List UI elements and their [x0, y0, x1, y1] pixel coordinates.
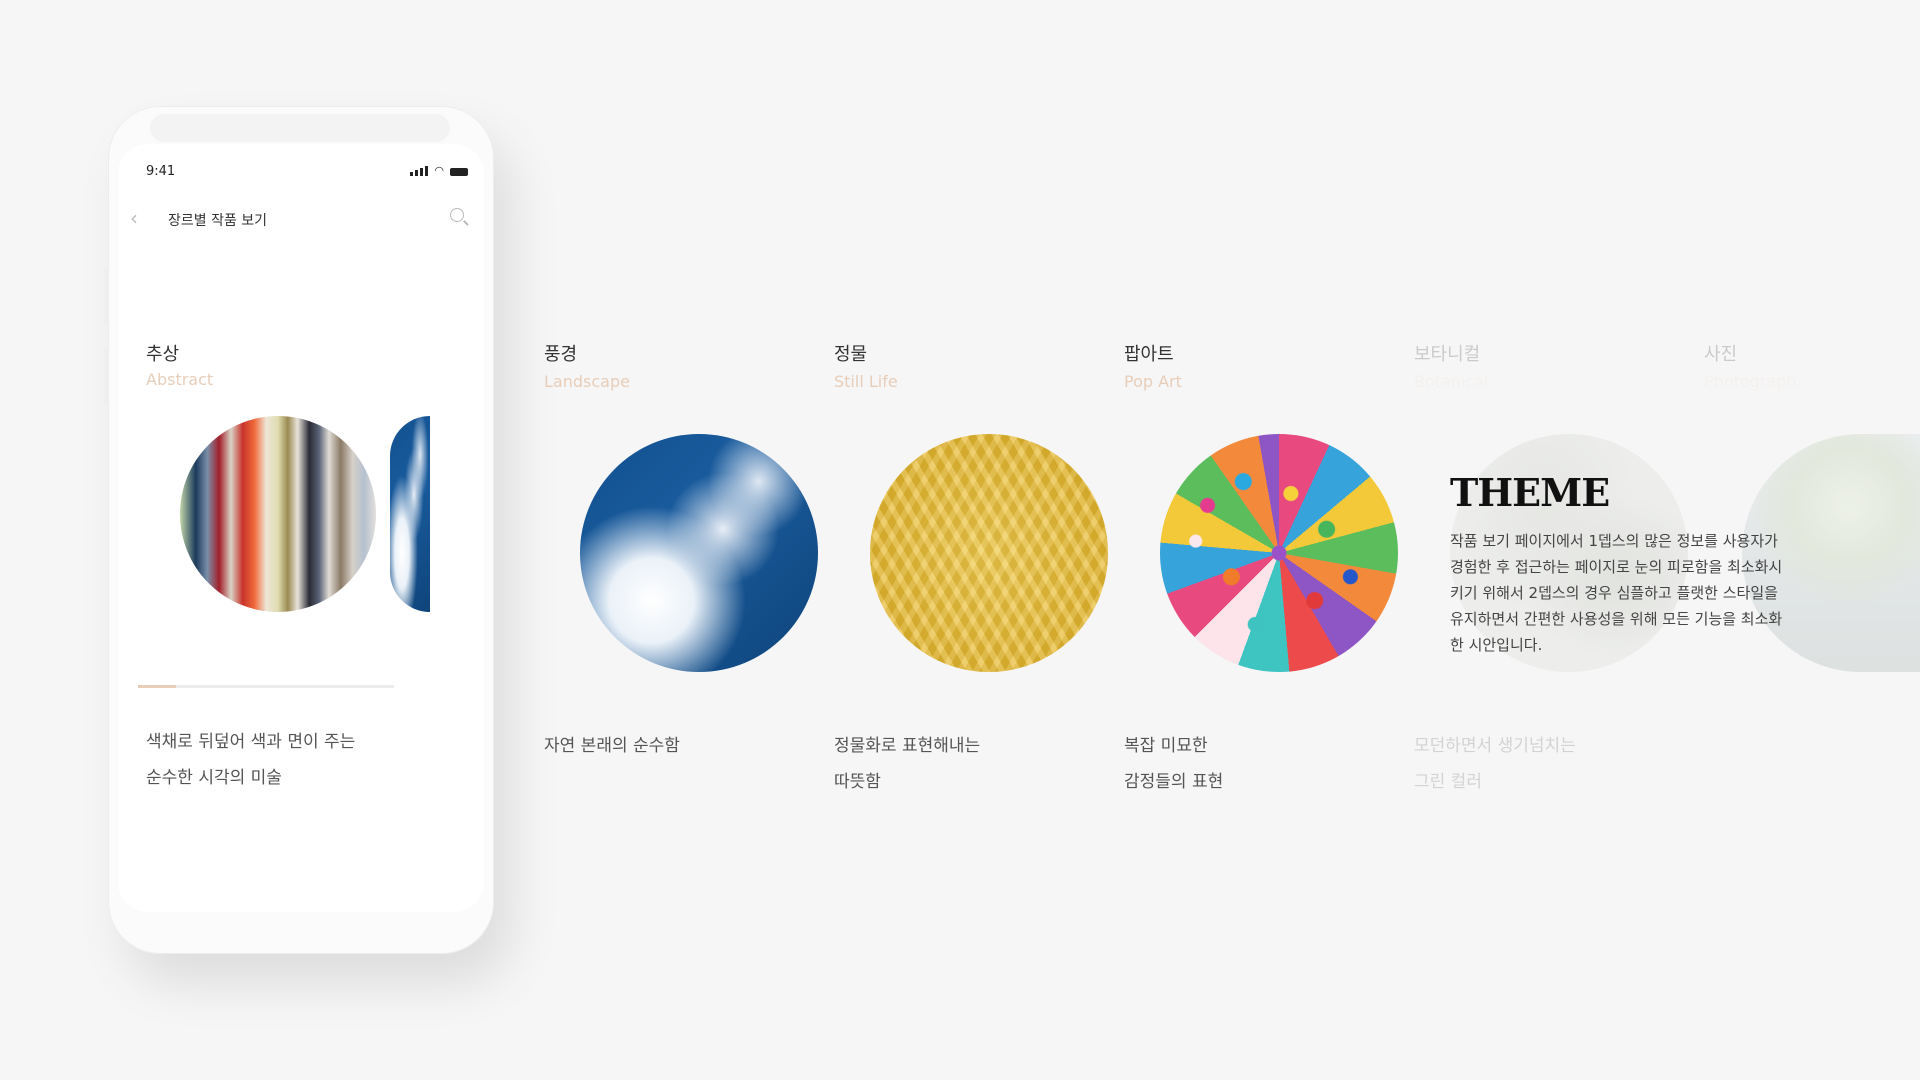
wifi-icon: ◠	[434, 164, 444, 177]
genre-title-pop-art: 팝아트	[1124, 344, 1174, 365]
genre-title-botanical: 보타니컬	[1414, 344, 1481, 365]
next-artwork-peek[interactable]	[390, 416, 430, 612]
search-icon[interactable]	[450, 208, 464, 222]
genre-description-line: 그린 컬러	[1414, 772, 1482, 792]
status-icons: ◠	[410, 164, 468, 177]
theme-heading: THEME	[1450, 470, 1610, 515]
genre-description: 색채로 뒤덮어 색과 면이 주는 순수한 시각의 미술	[146, 724, 355, 796]
genre-description-line: 감정들의 표현	[1124, 772, 1224, 792]
genre-subtitle-botanical: Botanical	[1414, 372, 1489, 391]
genre-description-line: 순수한 시각의 미술	[146, 768, 282, 788]
phone-side-button	[104, 266, 108, 326]
carousel-progress-bar	[138, 685, 394, 688]
genre-title-photograph: 사진	[1704, 344, 1738, 365]
genre-description-landscape: 자연 본래의 순수함	[544, 728, 680, 764]
theme-description: 작품 보기 페이지에서 1뎁스의 많은 정보를 사용자가 경험한 후 접근하는 …	[1450, 532, 1783, 654]
battery-icon	[450, 168, 468, 176]
genre-subtitle-photograph: Photograph	[1704, 372, 1797, 391]
carousel-progress-fill	[138, 685, 177, 688]
app-bar: ‹ 장르별 작품 보기	[118, 196, 484, 236]
signal-icon	[410, 166, 429, 176]
genre-subtitle: Abstract	[146, 370, 214, 389]
genre-description-pop-art: 복잡 미묘한 감정들의 표현	[1124, 728, 1223, 800]
pop-art-artwork-image[interactable]	[1160, 434, 1398, 672]
phone-mockup: 9:41 ◠ ‹ 장르별 작품 보기 추상 Abstract 색채로 뒤덮어 색…	[104, 106, 494, 954]
status-bar: 9:41 ◠	[118, 144, 484, 184]
genre-subtitle-pop-art: Pop Art	[1124, 372, 1182, 391]
genre-title: 추상	[146, 344, 180, 365]
phone-earpiece-area	[150, 114, 450, 142]
genre-description-line: 정물화로 표현해내는	[834, 736, 981, 756]
genre-title-landscape: 풍경	[544, 344, 578, 365]
phone-screen: 9:41 ◠ ‹ 장르별 작품 보기 추상 Abstract 색채로 뒤덮어 색…	[118, 144, 484, 912]
genre-subtitle-landscape: Landscape	[544, 372, 630, 391]
phone-side-button	[104, 346, 108, 406]
genre-description-botanical: 모던하면서 생기넘치는 그린 컬러	[1414, 728, 1576, 800]
genre-description-line: 색채로 뒤덮어 색과 면이 주는	[146, 732, 356, 752]
landscape-artwork-image[interactable]	[580, 434, 818, 672]
status-time: 9:41	[146, 164, 176, 179]
genre-subtitle-still-life: Still Life	[834, 372, 898, 391]
genre-description-line: 모던하면서 생기넘치는	[1414, 736, 1576, 756]
page-title: 장르별 작품 보기	[168, 213, 268, 229]
genre-description-line: 자연 본래의 순수함	[544, 736, 680, 756]
genre-description-still-life: 정물화로 표현해내는 따뜻함	[834, 728, 980, 800]
back-icon[interactable]: ‹	[130, 206, 138, 230]
genre-title-still-life: 정물	[834, 344, 868, 365]
genre-description-line: 따뜻함	[834, 772, 881, 792]
genre-description-line: 복잡 미묘한	[1124, 736, 1208, 756]
abstract-artwork-image[interactable]	[180, 416, 376, 612]
still-life-artwork-image[interactable]	[870, 434, 1108, 672]
